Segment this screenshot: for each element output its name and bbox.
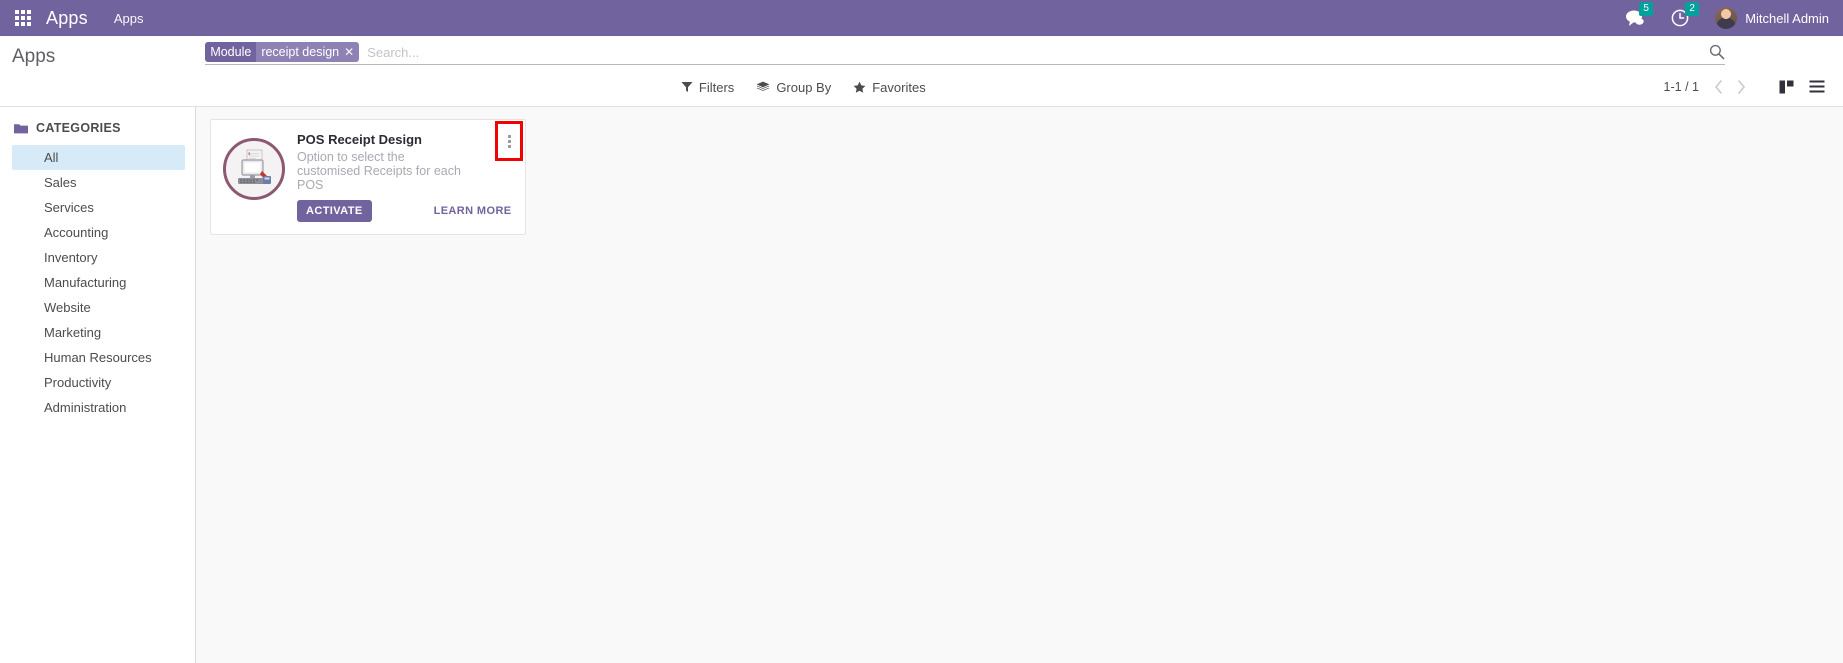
sidebar-item-services[interactable]: Services bbox=[12, 195, 185, 220]
sidebar-header: CATEGORIES bbox=[0, 121, 195, 145]
messages-badge: 5 bbox=[1639, 2, 1654, 16]
page-body: CATEGORIES All Sales Services Accounting… bbox=[0, 107, 1843, 663]
sidebar-category-list: All Sales Services Accounting Inventory … bbox=[0, 145, 195, 420]
activities-button[interactable]: 2 bbox=[1671, 2, 1700, 27]
sidebar-item-marketing[interactable]: Marketing bbox=[12, 320, 185, 345]
search-facet-value-text: receipt design bbox=[261, 45, 340, 59]
favorites-button-label: Favorites bbox=[872, 79, 926, 95]
sidebar-item-website[interactable]: Website bbox=[12, 295, 185, 320]
breadcrumb: Apps bbox=[12, 46, 56, 67]
navbar-menu-apps[interactable]: Apps bbox=[114, 11, 144, 26]
search-facet-value: receipt design ✕ bbox=[256, 42, 360, 62]
learn-more-link[interactable]: LEARN MORE bbox=[434, 205, 512, 217]
view-switcher bbox=[1773, 74, 1831, 100]
sidebar-header-label: CATEGORIES bbox=[36, 121, 121, 135]
control-panel-right: 1-1 / 1 bbox=[1664, 74, 1831, 100]
filter-buttons-group: Filters Group By Favorites bbox=[381, 80, 926, 95]
control-panel: Apps Module receipt design ✕ Search... F… bbox=[0, 36, 1843, 107]
messages-button[interactable]: 5 bbox=[1625, 2, 1654, 27]
group-by-button-label: Group By bbox=[776, 79, 832, 95]
sidebar-item-manufacturing[interactable]: Manufacturing bbox=[12, 270, 185, 295]
app-card[interactable]: $ POS Receipt Design Option to select th… bbox=[210, 119, 526, 235]
navbar-right-section: 5 2 Mitchell Admin bbox=[1625, 2, 1829, 29]
group-by-button[interactable]: Group By bbox=[756, 80, 831, 95]
sidebar-item-productivity[interactable]: Productivity bbox=[12, 370, 185, 395]
sidebar-item-all[interactable]: All bbox=[12, 145, 185, 170]
sidebar-item-administration[interactable]: Administration bbox=[12, 395, 185, 420]
search-icon[interactable] bbox=[1699, 44, 1725, 60]
close-icon[interactable]: ✕ bbox=[344, 46, 354, 58]
favorites-button[interactable]: Favorites bbox=[853, 79, 926, 95]
user-name: Mitchell Admin bbox=[1745, 10, 1829, 26]
sidebar-item-sales[interactable]: Sales bbox=[12, 170, 185, 195]
control-panel-bottom-row: Filters Group By Favorites 1-1 / 1 bbox=[0, 70, 1843, 106]
search-input[interactable] bbox=[361, 43, 1700, 61]
layers-icon bbox=[756, 81, 770, 91]
kanban-content-area: $ POS Receipt Design Option to select th… bbox=[196, 107, 1843, 663]
user-menu[interactable]: Mitchell Admin bbox=[1715, 7, 1829, 29]
control-panel-top-row: Apps Module receipt design ✕ bbox=[0, 36, 1843, 70]
app-title: POS Receipt Design bbox=[297, 132, 422, 147]
sidebar-item-accounting[interactable]: Accounting bbox=[12, 220, 185, 245]
kanban-icon bbox=[1779, 80, 1794, 93]
search-view: Module receipt design ✕ bbox=[205, 42, 1726, 65]
pager-value: 1-1 / 1 bbox=[1663, 80, 1699, 94]
chevron-right-icon[interactable] bbox=[1732, 80, 1751, 94]
avatar bbox=[1715, 7, 1738, 29]
view-switcher-kanban[interactable] bbox=[1773, 74, 1801, 100]
star-icon bbox=[853, 81, 866, 93]
view-switcher-list[interactable] bbox=[1803, 74, 1831, 100]
filters-button[interactable]: Filters bbox=[681, 80, 734, 95]
vertical-ellipsis-icon[interactable] bbox=[495, 121, 523, 161]
search-facet-module[interactable]: Module receipt design ✕ bbox=[205, 42, 360, 62]
app-card-grid: $ POS Receipt Design Option to select th… bbox=[210, 119, 1843, 235]
activities-badge: 2 bbox=[1685, 2, 1700, 16]
list-icon bbox=[1809, 80, 1825, 93]
top-navbar: Apps Apps 5 2 Mitchell Admin bbox=[0, 0, 1843, 36]
funnel-icon bbox=[681, 82, 693, 92]
search-facet-label: Module bbox=[205, 42, 257, 62]
sidebar: CATEGORIES All Sales Services Accounting… bbox=[0, 107, 196, 663]
navbar-brand[interactable]: Apps bbox=[46, 8, 88, 29]
grid-apps-icon[interactable] bbox=[8, 3, 38, 33]
activate-button[interactable]: ACTIVATE bbox=[297, 200, 372, 222]
app-card-info: POS Receipt Design Option to select the … bbox=[297, 130, 513, 222]
app-description: Option to select the customised Receipts… bbox=[297, 150, 461, 192]
sidebar-item-inventory[interactable]: Inventory bbox=[12, 245, 185, 270]
chevron-left-icon[interactable] bbox=[1709, 80, 1728, 94]
pos-terminal-icon: $ bbox=[223, 138, 285, 200]
app-card-actions: ACTIVATE LEARN MORE bbox=[297, 200, 513, 222]
sidebar-item-human-resources[interactable]: Human Resources bbox=[12, 345, 185, 370]
folder-icon bbox=[14, 123, 28, 134]
filters-button-label: Filters bbox=[698, 79, 735, 95]
